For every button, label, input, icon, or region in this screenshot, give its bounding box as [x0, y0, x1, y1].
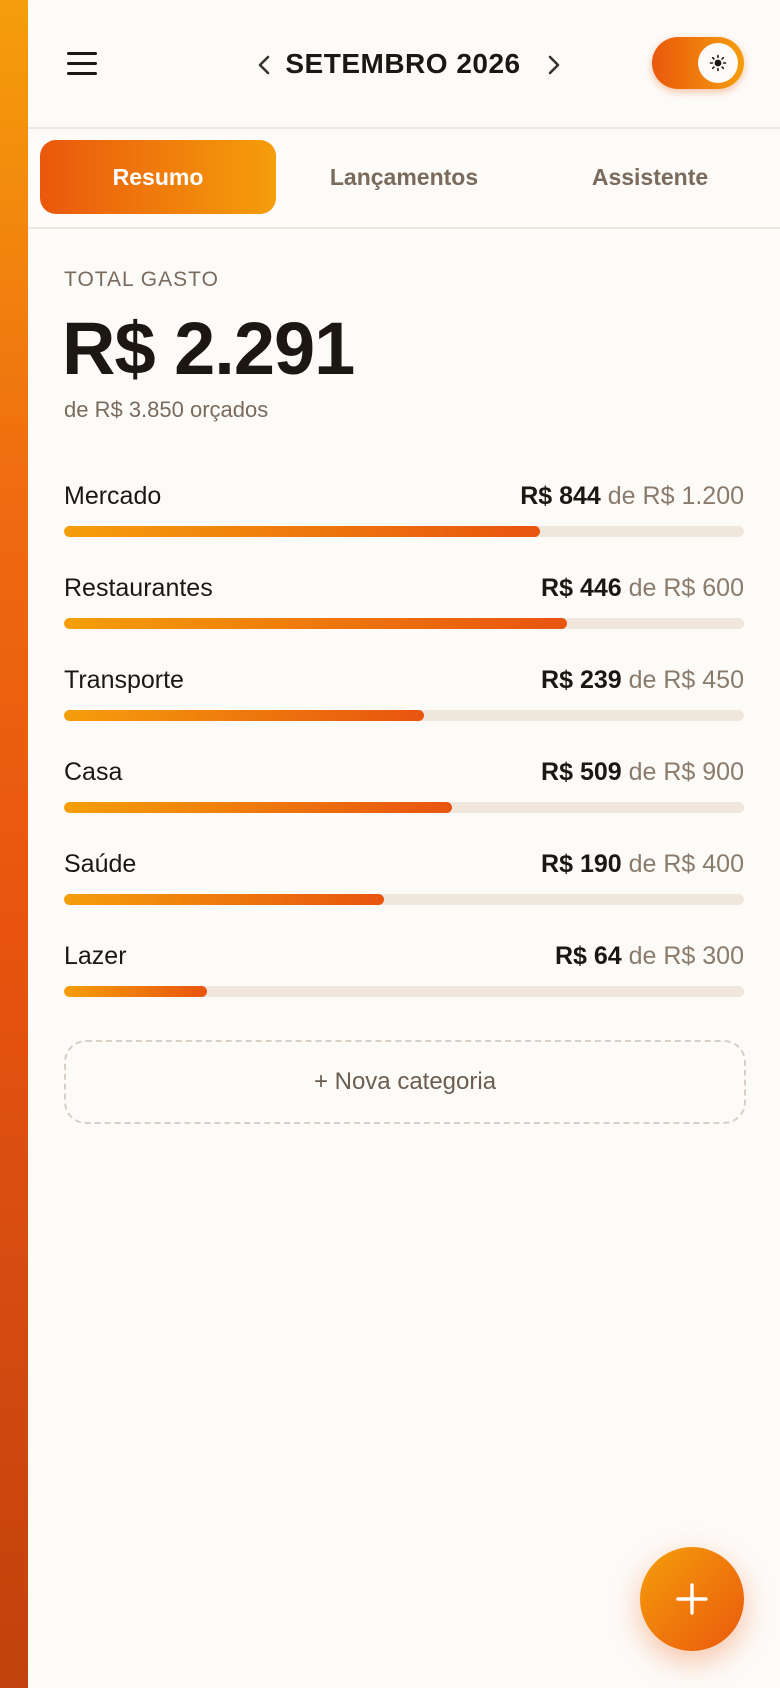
category-name: Restaurantes: [64, 574, 213, 602]
category-budget: de R$ 450: [628, 666, 744, 694]
category-name: Lazer: [64, 942, 127, 970]
month-label: SETEMBRO 2026: [285, 48, 521, 79]
progress-fill: [64, 802, 452, 813]
category-spent: R$ 239: [541, 666, 622, 694]
theme-toggle[interactable]: [652, 37, 744, 89]
category-spent: R$ 446: [541, 574, 622, 602]
total-value: R$ 2.291: [62, 307, 355, 390]
side-accent-stripe: [0, 0, 28, 1688]
progress-track: [64, 802, 744, 813]
progress-track: [64, 894, 744, 905]
category-name: Transporte: [64, 666, 184, 694]
category-budget: de R$ 600: [628, 574, 744, 602]
progress-track: [64, 526, 744, 537]
total-label: TOTAL GASTO: [64, 268, 219, 291]
category-amounts: R$ 239 de R$ 450: [541, 666, 744, 695]
tab-resumo[interactable]: Resumo: [40, 140, 276, 214]
category-name: Casa: [64, 758, 123, 786]
plus-icon: [676, 1583, 708, 1615]
progress-fill: [64, 986, 207, 997]
category-spent: R$ 844: [520, 482, 601, 510]
progress-track: [64, 618, 744, 629]
progress-track: [64, 710, 744, 721]
category-row[interactable]: Transporte R$ 239 de R$ 450: [64, 662, 744, 754]
hamburger-menu-icon[interactable]: [64, 46, 100, 80]
add-transaction-button[interactable]: [640, 1547, 744, 1651]
app-root: SETEMBRO 2026 Resumo Lançamentos Assiste…: [28, 0, 780, 1688]
category-amounts: R$ 64 de R$ 300: [555, 942, 744, 971]
category-row[interactable]: Casa R$ 509 de R$ 900: [64, 754, 744, 846]
progress-fill: [64, 526, 540, 537]
sun-icon: [709, 54, 727, 72]
progress-track: [64, 986, 744, 997]
category-spent: R$ 64: [554, 942, 622, 970]
top-header: SETEMBRO 2026: [28, 0, 780, 129]
category-row[interactable]: Saúde R$ 190 de R$ 400: [64, 846, 744, 938]
category-list: Mercado R$ 844 de R$ 1.200 Restaurantes …: [64, 478, 744, 1030]
category-budget: de R$ 300: [628, 942, 744, 970]
chevron-right-icon[interactable]: [536, 48, 570, 82]
category-name: Mercado: [64, 482, 162, 510]
category-row[interactable]: Lazer R$ 64 de R$ 300: [64, 938, 744, 1030]
category-budget: de R$ 1.200: [607, 482, 744, 510]
tab-lancamentos[interactable]: Lançamentos: [286, 140, 522, 214]
category-name: Saúde: [64, 850, 137, 878]
tab-assistente[interactable]: Assistente: [532, 140, 768, 214]
category-spent: R$ 190: [541, 850, 622, 878]
tab-bar: Resumo Lançamentos Assistente: [28, 129, 780, 229]
category-row[interactable]: Restaurantes R$ 446 de R$ 600: [64, 570, 744, 662]
category-budget: de R$ 400: [628, 850, 744, 878]
progress-fill: [64, 894, 384, 905]
category-amounts: R$ 844 de R$ 1.200: [520, 482, 744, 511]
category-amounts: R$ 446 de R$ 600: [541, 574, 744, 603]
category-amounts: R$ 190 de R$ 400: [541, 850, 744, 879]
category-row[interactable]: Mercado R$ 844 de R$ 1.200: [64, 478, 744, 570]
category-spent: R$ 509: [541, 758, 622, 786]
progress-fill: [64, 618, 568, 629]
budget-subtitle: de R$ 3.850 orçados: [64, 397, 269, 422]
toggle-knob: [698, 43, 738, 83]
new-category-button[interactable]: + Nova categoria: [64, 1040, 746, 1124]
month-navigator: SETEMBRO 2026: [228, 40, 578, 90]
category-amounts: R$ 509 de R$ 900: [541, 758, 744, 787]
progress-fill: [64, 710, 425, 721]
category-budget: de R$ 900: [628, 758, 744, 786]
